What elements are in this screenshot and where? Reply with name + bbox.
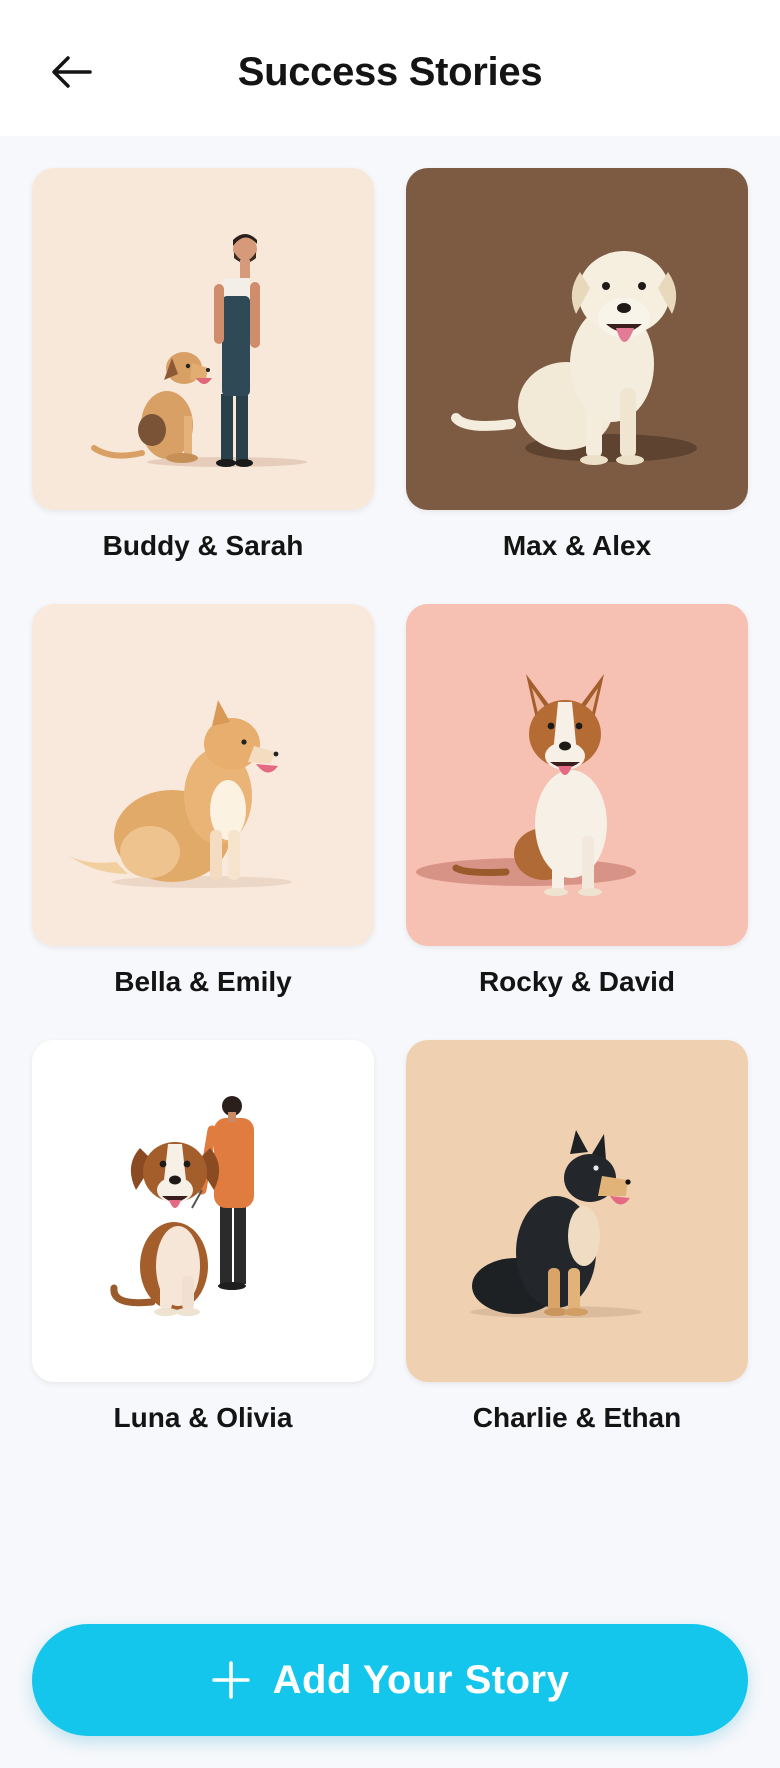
story-image [406,1040,748,1382]
white-labrador-illustration [406,168,748,510]
brown-white-dog-illustration [406,604,748,946]
page-title: Success Stories [237,50,543,94]
plus-icon [211,1661,250,1699]
story-card-label: Rocky & David [478,966,676,997]
dog-with-person-illustration [32,1040,374,1382]
add-your-story-button[interactable]: Add Your Story [32,1624,748,1736]
golden-fluffy-dog-illustration [32,604,374,946]
story-card-max-alex[interactable]: Max & Alex [406,168,748,564]
stories-grid: Buddy & Sarah Max & Alex Bella & Emily R… [32,168,748,1436]
story-card-label: Luna & Olivia [113,1402,293,1433]
story-image [406,168,748,510]
add-your-story-label: Add Your Story [272,1657,570,1702]
story-card-charlie-ethan[interactable]: Charlie & Ethan [406,1040,748,1436]
black-tan-dog-illustration [406,1040,748,1382]
story-card-label: Buddy & Sarah [102,530,304,561]
story-image [406,604,748,946]
story-card-label: Max & Alex [502,530,652,561]
story-image [32,1040,374,1382]
story-card-bella-emily[interactable]: Bella & Emily [32,604,374,1000]
story-card-buddy-sarah[interactable]: Buddy & Sarah [32,168,374,564]
story-image [32,168,374,510]
top-app-bar: Success Stories [0,0,780,136]
dog-with-man-illustration [32,168,374,510]
story-image [32,604,374,946]
story-card-rocky-david[interactable]: Rocky & David [406,604,748,1000]
story-card-label: Charlie & Ethan [472,1402,682,1433]
story-card-label: Bella & Emily [114,966,292,997]
story-card-luna-olivia[interactable]: Luna & Olivia [32,1040,374,1436]
